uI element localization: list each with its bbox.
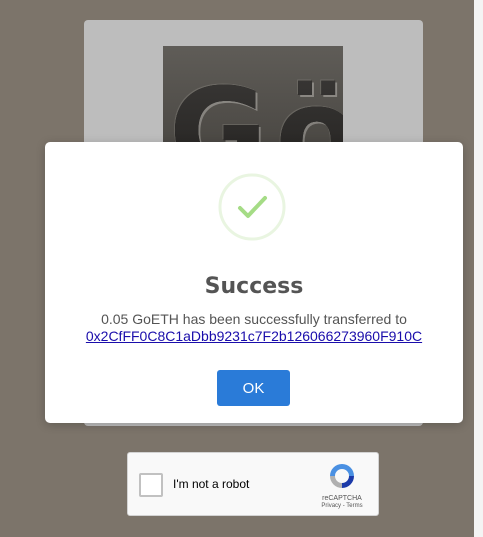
success-dialog: Success 0.05 GoETH has been successfully… — [45, 142, 463, 423]
recaptcha-links[interactable]: Privacy - Terms — [314, 503, 370, 509]
recipient-address-link[interactable]: 0x2CfFF0C8C1aDbb9231c7F2b126066273960F91… — [45, 328, 463, 344]
scrollbar-track[interactable] — [474, 0, 483, 537]
recaptcha-branding: reCAPTCHA Privacy - Terms — [314, 461, 370, 509]
recaptcha-logo-icon — [330, 464, 354, 488]
dialog-title: Success — [204, 274, 304, 299]
recaptcha-checkbox[interactable] — [139, 473, 163, 497]
dialog-message: 0.05 GoETH has been successfully transfe… — [101, 311, 407, 327]
recaptcha-label: I'm not a robot — [173, 477, 250, 491]
goerli-logo-image: Gö — [163, 46, 343, 146]
checkmark-circle-icon — [218, 173, 286, 241]
recaptcha-widget: I'm not a robot reCAPTCHA Privacy - Term… — [127, 452, 379, 516]
ok-button[interactable]: OK — [217, 370, 290, 406]
recaptcha-brand: reCAPTCHA — [322, 495, 362, 502]
